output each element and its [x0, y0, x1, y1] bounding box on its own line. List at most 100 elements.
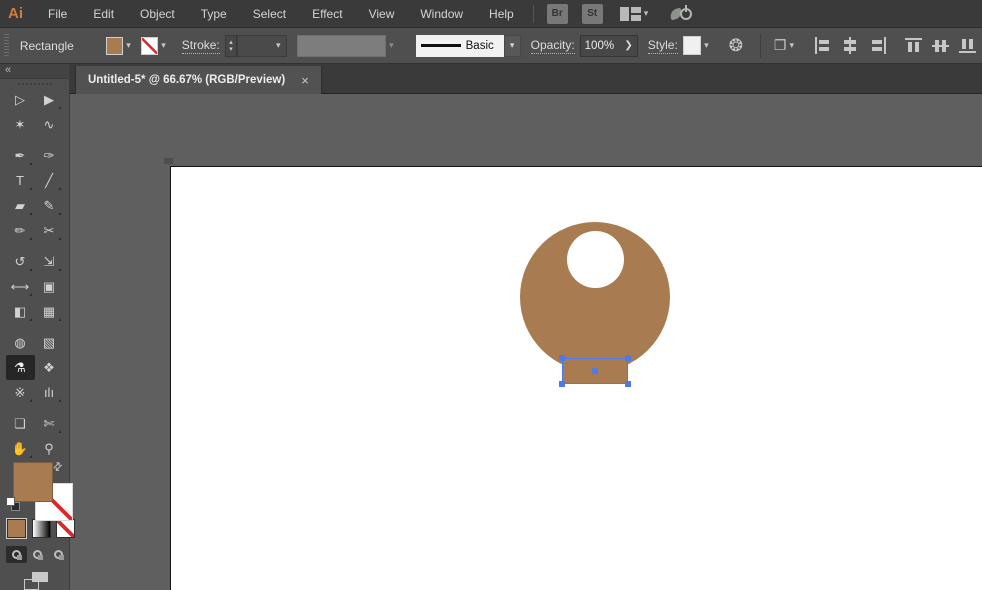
brush-stroke-preview: [421, 44, 461, 47]
gpu-performance-icon[interactable]: [670, 5, 692, 23]
draw-behind-mode[interactable]: [27, 546, 48, 563]
stroke-label[interactable]: Stroke:: [182, 38, 220, 54]
selection-center-point[interactable]: [592, 368, 598, 374]
menu-window[interactable]: Window: [407, 0, 476, 28]
screen-mode-icon[interactable]: [24, 572, 48, 590]
direct-selection-tool[interactable]: ▶: [35, 87, 64, 112]
collapse-icon[interactable]: «: [5, 64, 11, 76]
style-swatch[interactable]: [683, 36, 701, 55]
stroke-color-swatch[interactable]: [141, 37, 158, 55]
style-chevron-icon[interactable]: ▾: [704, 40, 709, 51]
stroke-weight-chevron-icon[interactable]: ▾: [276, 40, 281, 51]
zoom-tool[interactable]: ⚲: [35, 436, 64, 461]
recolor-artwork-icon[interactable]: ❂: [729, 37, 743, 54]
panel-collapse-button[interactable]: «: [0, 64, 69, 79]
rotate-tool[interactable]: ↺: [6, 249, 35, 274]
vertical-align-top-button[interactable]: [905, 37, 924, 54]
menu-object[interactable]: Object: [127, 0, 188, 28]
menu-effect[interactable]: Effect: [299, 0, 355, 28]
brush-chevron-icon[interactable]: ▾: [504, 35, 521, 57]
stroke-chevron-icon[interactable]: ▾: [161, 40, 166, 51]
menu-select[interactable]: Select: [240, 0, 299, 28]
stepper-up-icon[interactable]: ▴: [226, 39, 237, 46]
draw-inside-mode[interactable]: [48, 546, 69, 563]
horizontal-align-right-button[interactable]: [868, 37, 887, 54]
bridge-button[interactable]: Br: [547, 4, 568, 24]
transform-options-icon[interactable]: ❐: [774, 37, 787, 54]
menu-view[interactable]: View: [356, 0, 408, 28]
workspace-switcher-icon[interactable]: [620, 7, 641, 21]
opacity-expand-icon[interactable]: ❯: [624, 40, 632, 51]
eyedropper-tool[interactable]: ⚗: [6, 355, 35, 380]
horizontal-align-center-button[interactable]: [841, 37, 860, 54]
brush-definition-dropdown[interactable]: Basic ▾: [416, 35, 521, 57]
selection-tool[interactable]: ▷: [6, 87, 35, 112]
menu-file[interactable]: File: [35, 0, 80, 28]
slice-tool[interactable]: ✄: [35, 411, 64, 436]
menubar-right-buttons: Br St: [540, 4, 610, 24]
tab-close-icon[interactable]: ×: [301, 73, 309, 88]
stepper-down-icon[interactable]: ▾: [226, 46, 237, 53]
control-bar-grip[interactable]: [4, 34, 9, 58]
selected-object-type: Rectangle: [20, 39, 74, 53]
canvas-area[interactable]: [70, 94, 982, 590]
curvature-tool[interactable]: ✑: [35, 143, 64, 168]
width-tool[interactable]: ⟷: [6, 274, 35, 299]
selection-handle[interactable]: [559, 381, 565, 387]
perspective-grid-tool[interactable]: ▦: [35, 299, 64, 324]
menu-edit[interactable]: Edit: [80, 0, 127, 28]
panel-grip[interactable]: [18, 83, 52, 85]
artboard-tool[interactable]: ❏: [6, 411, 35, 436]
workspace-chevron-icon[interactable]: ▾: [644, 9, 649, 18]
horizontal-align-left-button[interactable]: [814, 37, 833, 54]
hand-tool[interactable]: ✋: [6, 436, 35, 461]
document-tab-bar: Untitled-5* @ 66.67% (RGB/Preview) ×: [70, 64, 982, 94]
menu-help[interactable]: Help: [476, 0, 527, 28]
selection-handle[interactable]: [559, 355, 565, 361]
draw-normal-mode[interactable]: [6, 546, 27, 563]
opacity-label[interactable]: Opacity:: [531, 38, 575, 54]
scale-tool[interactable]: ⇲: [35, 249, 64, 274]
width-profile-chevron-icon: ▾: [389, 40, 394, 51]
tools-grid: ▷▶✶∿✒✑T╱▰✎✏✂↺⇲⟷▣◧▦◍▧⚗❖※ılı❏✄✋⚲: [0, 87, 69, 461]
stock-button[interactable]: St: [582, 4, 603, 24]
document-tab[interactable]: Untitled-5* @ 66.67% (RGB/Preview) ×: [75, 66, 322, 94]
color-button[interactable]: [7, 519, 26, 538]
transform-chevron-icon[interactable]: ▾: [789, 40, 794, 51]
lasso-tool[interactable]: ∿: [35, 112, 64, 137]
vertical-align-bottom-button[interactable]: [959, 37, 978, 54]
gradient-button[interactable]: [32, 519, 51, 538]
line-segment-tool[interactable]: ╱: [35, 168, 64, 193]
stroke-weight-dropdown[interactable]: ▾: [237, 35, 287, 57]
fill-indicator[interactable]: [13, 462, 53, 502]
mesh-tool[interactable]: ◍: [6, 330, 35, 355]
style-label[interactable]: Style:: [648, 38, 678, 54]
column-graph-tool[interactable]: ılı: [35, 380, 64, 405]
fill-color-swatch[interactable]: [106, 37, 123, 55]
stroke-weight-stepper[interactable]: ▴ ▾: [225, 35, 238, 57]
magic-wand-tool[interactable]: ✶: [6, 112, 35, 137]
menu-type[interactable]: Type: [188, 0, 240, 28]
type-tool[interactable]: T: [6, 168, 35, 193]
paintbrush-tool[interactable]: ✎: [35, 193, 64, 218]
gradient-tool[interactable]: ▧: [35, 330, 64, 355]
align-buttons: [810, 37, 982, 54]
scissors-tool[interactable]: ✂: [35, 218, 64, 243]
default-fill-stroke-icon[interactable]: [6, 497, 20, 511]
hole-shape[interactable]: [567, 231, 624, 288]
shape-builder-tool[interactable]: ◧: [6, 299, 35, 324]
rectangle-tool[interactable]: ▰: [6, 193, 35, 218]
shaper-tool[interactable]: ✏: [6, 218, 35, 243]
fill-chevron-icon[interactable]: ▾: [126, 40, 131, 51]
app-logo: Ai: [0, 5, 35, 22]
opacity-value[interactable]: 100%: [585, 40, 625, 52]
free-transform-tool[interactable]: ▣: [35, 274, 64, 299]
selection-handle[interactable]: [625, 381, 631, 387]
selection-handle[interactable]: [625, 355, 631, 361]
vertical-align-center-button[interactable]: [932, 37, 951, 54]
symbol-sprayer-tool[interactable]: ※: [6, 380, 35, 405]
opacity-field[interactable]: 100% ❯: [580, 35, 638, 57]
none-button[interactable]: [56, 519, 75, 538]
blend-tool[interactable]: ❖: [35, 355, 64, 380]
pen-tool[interactable]: ✒: [6, 143, 35, 168]
